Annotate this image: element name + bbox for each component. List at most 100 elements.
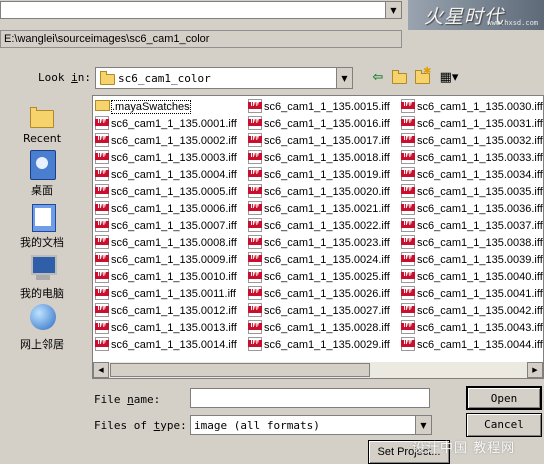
file-name: sc6_cam1_1_135.0027.iff xyxy=(264,305,390,317)
file-item[interactable]: sc6_cam1_1_135.0038.iff xyxy=(401,235,543,252)
file-item[interactable]: sc6_cam1_1_135.0004.iff xyxy=(95,167,237,184)
file-name: sc6_cam1_1_135.0013.iff xyxy=(111,322,237,334)
iff-file-icon xyxy=(95,150,109,164)
file-item[interactable]: sc6_cam1_1_135.0039.iff xyxy=(401,252,543,269)
recent-folder-icon xyxy=(26,100,58,130)
view-menu-icon[interactable]: ▦▾ xyxy=(436,69,462,87)
file-item[interactable]: sc6_cam1_1_135.0008.iff xyxy=(95,235,237,252)
place-network[interactable]: 网上邻居 xyxy=(6,304,78,352)
scroll-thumb[interactable] xyxy=(110,363,370,377)
filetype-dropdown[interactable]: image (all formats) ▼ xyxy=(190,415,432,435)
file-item[interactable]: sc6_cam1_1_135.0016.iff xyxy=(248,116,390,133)
file-name: sc6_cam1_1_135.0005.iff xyxy=(111,186,237,198)
file-item[interactable]: sc6_cam1_1_135.0037.iff xyxy=(401,218,543,235)
new-folder-icon[interactable]: ✱ xyxy=(413,66,433,87)
iff-file-icon xyxy=(401,269,415,283)
chevron-down-icon[interactable]: ▼ xyxy=(385,2,401,18)
file-item[interactable]: sc6_cam1_1_135.0009.iff xyxy=(95,252,237,269)
file-item[interactable]: sc6_cam1_1_135.0023.iff xyxy=(248,235,390,252)
filename-input[interactable] xyxy=(190,388,430,408)
file-item[interactable]: sc6_cam1_1_135.0003.iff xyxy=(95,150,237,167)
file-item[interactable]: sc6_cam1_1_135.0034.iff xyxy=(401,167,543,184)
place-label: Recent xyxy=(22,132,62,145)
back-icon[interactable]: ⇦ xyxy=(368,69,388,87)
file-item[interactable]: sc6_cam1_1_135.0013.iff xyxy=(95,320,237,337)
file-item[interactable]: sc6_cam1_1_135.0040.iff xyxy=(401,269,543,286)
file-name: sc6_cam1_1_135.0017.iff xyxy=(264,135,390,147)
folder-item[interactable]: .mayaSwatches xyxy=(95,99,191,116)
place-my-documents[interactable]: 我的文档 xyxy=(6,202,78,250)
file-item[interactable]: sc6_cam1_1_135.0036.iff xyxy=(401,201,543,218)
file-name: sc6_cam1_1_135.0034.iff xyxy=(417,169,543,181)
file-name: sc6_cam1_1_135.0020.iff xyxy=(264,186,390,198)
file-item[interactable]: sc6_cam1_1_135.0024.iff xyxy=(248,252,390,269)
file-item[interactable]: sc6_cam1_1_135.0015.iff xyxy=(248,99,390,116)
file-item[interactable]: sc6_cam1_1_135.0006.iff xyxy=(95,201,237,218)
iff-file-icon xyxy=(95,218,109,232)
file-item[interactable]: sc6_cam1_1_135.0026.iff xyxy=(248,286,390,303)
file-item[interactable]: sc6_cam1_1_135.0021.iff xyxy=(248,201,390,218)
iff-file-icon xyxy=(248,150,262,164)
place-recent[interactable]: Recent xyxy=(6,100,78,145)
file-name: sc6_cam1_1_135.0007.iff xyxy=(111,220,237,232)
file-item[interactable]: sc6_cam1_1_135.0025.iff xyxy=(248,269,390,286)
file-item[interactable]: sc6_cam1_1_135.0022.iff xyxy=(248,218,390,235)
iff-file-icon xyxy=(401,201,415,215)
file-item[interactable]: sc6_cam1_1_135.0032.iff xyxy=(401,133,543,150)
file-item[interactable]: sc6_cam1_1_135.0029.iff xyxy=(248,337,390,354)
file-item[interactable]: sc6_cam1_1_135.0031.iff xyxy=(401,116,543,133)
iff-file-icon xyxy=(401,286,415,300)
path-field[interactable]: E:\wanglei\sourceimages\sc6_cam1_color xyxy=(0,30,402,48)
file-item[interactable]: sc6_cam1_1_135.0005.iff xyxy=(95,184,237,201)
lookin-dropdown[interactable]: sc6_cam1_color ▼ xyxy=(95,67,353,89)
scroll-right-icon[interactable]: ▶ xyxy=(527,362,543,378)
file-name: sc6_cam1_1_135.0028.iff xyxy=(264,322,390,334)
file-name: sc6_cam1_1_135.0039.iff xyxy=(417,254,543,266)
place-my-computer[interactable]: 我的电脑 xyxy=(6,253,78,301)
file-item[interactable]: sc6_cam1_1_135.0043.iff xyxy=(401,320,543,337)
chevron-down-icon[interactable]: ▼ xyxy=(336,68,352,88)
iff-file-icon xyxy=(95,252,109,266)
file-item[interactable]: sc6_cam1_1_135.0011.iff xyxy=(95,286,236,303)
file-item[interactable]: sc6_cam1_1_135.0018.iff xyxy=(248,150,390,167)
file-item[interactable]: sc6_cam1_1_135.0035.iff xyxy=(401,184,543,201)
file-item[interactable]: sc6_cam1_1_135.0028.iff xyxy=(248,320,390,337)
history-dropdown[interactable]: ▼ xyxy=(0,1,402,19)
iff-file-icon xyxy=(248,99,262,113)
file-item[interactable]: sc6_cam1_1_135.0002.iff xyxy=(95,133,237,150)
file-item[interactable]: sc6_cam1_1_135.0027.iff xyxy=(248,303,390,320)
file-list[interactable]: .mayaSwatches sc6_cam1_1_135.0001.iff sc6_… xyxy=(92,95,544,379)
file-item[interactable]: sc6_cam1_1_135.0012.iff xyxy=(95,303,237,320)
file-item[interactable]: sc6_cam1_1_135.0030.iff xyxy=(401,99,543,116)
iff-file-icon xyxy=(95,184,109,198)
horizontal-scrollbar[interactable]: ◀ ▶ xyxy=(93,362,543,378)
iff-file-icon xyxy=(95,133,109,147)
file-item[interactable]: sc6_cam1_1_135.0010.iff xyxy=(95,269,237,286)
file-name: sc6_cam1_1_135.0032.iff xyxy=(417,135,543,147)
iff-file-icon xyxy=(401,252,415,266)
iff-file-icon xyxy=(248,116,262,130)
brand-url: www.hxsd.com xyxy=(487,19,538,27)
iff-file-icon xyxy=(401,99,415,113)
file-item[interactable]: sc6_cam1_1_135.0042.iff xyxy=(401,303,543,320)
place-desktop[interactable]: 桌面 xyxy=(6,150,78,198)
cancel-button[interactable]: Cancel xyxy=(466,413,542,437)
iff-file-icon xyxy=(401,337,415,351)
file-item[interactable]: sc6_cam1_1_135.0001.iff xyxy=(95,116,237,133)
file-item[interactable]: sc6_cam1_1_135.0033.iff xyxy=(401,150,543,167)
file-item[interactable]: sc6_cam1_1_135.0017.iff xyxy=(248,133,390,150)
file-name: sc6_cam1_1_135.0040.iff xyxy=(417,271,543,283)
file-item[interactable]: sc6_cam1_1_135.0020.iff xyxy=(248,184,390,201)
file-item[interactable]: sc6_cam1_1_135.0007.iff xyxy=(95,218,237,235)
chevron-down-icon[interactable]: ▼ xyxy=(415,416,431,434)
file-item[interactable]: sc6_cam1_1_135.0044.iff xyxy=(401,337,543,354)
iff-file-icon xyxy=(248,269,262,283)
open-button[interactable]: Open xyxy=(466,386,542,410)
file-item[interactable]: sc6_cam1_1_135.0041.iff xyxy=(401,286,543,303)
iff-file-icon xyxy=(248,286,262,300)
file-item[interactable]: sc6_cam1_1_135.0019.iff xyxy=(248,167,390,184)
up-folder-icon[interactable] xyxy=(390,69,410,87)
desktop-icon xyxy=(26,150,58,180)
scroll-left-icon[interactable]: ◀ xyxy=(93,362,109,378)
file-item[interactable]: sc6_cam1_1_135.0014.iff xyxy=(95,337,237,354)
